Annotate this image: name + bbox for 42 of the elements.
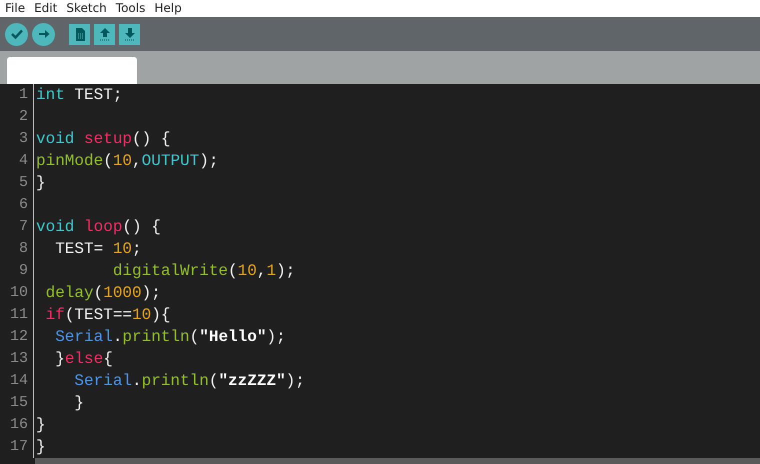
line-number: 11 [8,305,28,325]
line-number: 15 [8,393,28,413]
line-number: 7 [18,217,28,237]
line-number: 5 [18,173,28,193]
code-line: } [35,173,47,194]
line-number: 3 [18,129,28,149]
line-number: 2 [18,107,28,127]
code-line: }else{ [54,349,114,370]
open-button[interactable] [94,24,115,44]
code-line: TEST= 10; [54,239,143,260]
line-number: 10 [8,283,28,303]
line-number: 12 [8,327,28,347]
code-line: } [35,415,47,436]
line-number: 8 [18,239,28,259]
new-button[interactable] [69,24,90,44]
line-number: 6 [18,195,28,215]
code-line: } [73,393,86,414]
code-line: int TEST; [35,85,124,106]
code-line: } [35,437,47,458]
verify-button[interactable] [5,22,28,46]
save-button[interactable] [119,24,140,44]
menu-item[interactable]: File [4,0,26,17]
line-number: 9 [18,261,28,281]
menu-item[interactable]: Help [153,0,183,17]
line-number: 16 [8,415,28,435]
line-number: 4 [18,151,28,171]
line-number: 17 [8,437,28,457]
menu-item[interactable]: Edit [33,0,58,17]
code-line: delay(1000); [44,283,162,304]
code-line: void loop() { [35,217,162,238]
line-number: 13 [8,349,28,369]
code-line: Serial.println("Hello"); [54,327,287,348]
code-line: pinMode(10,OUTPUT); [35,151,220,172]
line-number: 1 [18,85,28,105]
code-line: Serial.println("zzZZZ"); [73,371,306,392]
code-line: digitalWrite(10,1); [112,261,296,282]
upload-button[interactable] [32,22,55,46]
menu-item[interactable]: Tools [114,0,146,17]
code-line: if(TEST==10){ [44,305,172,326]
code-line: void setup() { [35,129,172,150]
line-number: 14 [8,371,28,391]
menu-item[interactable]: Sketch [65,0,108,17]
